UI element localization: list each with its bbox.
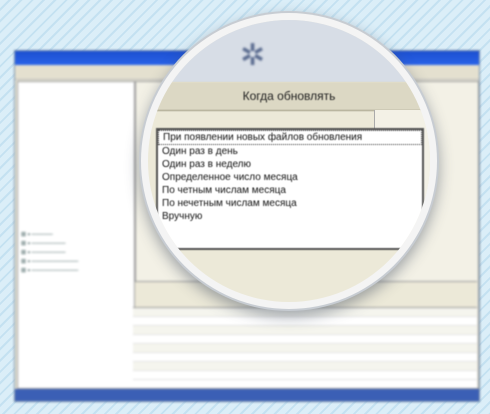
table-row[interactable]	[133, 335, 477, 344]
magnifier-lens: ✲ Когда обновлять При появлении новых фа…	[148, 20, 430, 302]
tree-item[interactable]: ⊞ ▪ ───────────	[21, 267, 131, 276]
update-frequency-listbox[interactable]: При появлении новых файлов обновления Од…	[156, 128, 424, 250]
gear-icon: ✲	[240, 39, 266, 72]
records-grid	[133, 307, 477, 388]
lens-background-area	[148, 20, 430, 82]
tree-item[interactable]: ⊞ ▪ ────────	[21, 240, 131, 249]
dialog-title: Когда обновлять	[148, 82, 430, 111]
table-row[interactable]	[133, 353, 477, 362]
table-row[interactable]	[133, 326, 477, 335]
tree-view: ⊞ ▪ ───── ⊞ ▪ ──────── ⊞ ▪ ──────── ⊞ ▪ …	[21, 231, 131, 276]
option-odd-days[interactable]: По нечетным числам месяца	[158, 197, 422, 210]
table-row[interactable]	[133, 371, 477, 380]
option-day-of-month[interactable]: Определенное число месяца	[158, 171, 422, 184]
option-manual[interactable]: Вручную	[158, 210, 422, 223]
option-even-days[interactable]: По четным числам месяца	[158, 184, 422, 197]
option-on-new-files[interactable]: При появлении новых файлов обновления	[158, 130, 422, 145]
taskbar	[15, 389, 479, 401]
option-weekly[interactable]: Один раз в неделю	[158, 158, 422, 171]
tree-item[interactable]: ⊞ ▪ ─────	[21, 231, 131, 240]
table-row[interactable]	[133, 308, 477, 317]
table-row[interactable]	[133, 317, 477, 326]
table-row[interactable]	[133, 362, 477, 371]
tree-item[interactable]: ⊞ ▪ ────────	[21, 249, 131, 258]
table-row[interactable]	[133, 344, 477, 353]
option-daily[interactable]: Один раз в день	[158, 145, 422, 158]
tree-item[interactable]: ⊞ ▪ ───────────	[21, 258, 131, 267]
